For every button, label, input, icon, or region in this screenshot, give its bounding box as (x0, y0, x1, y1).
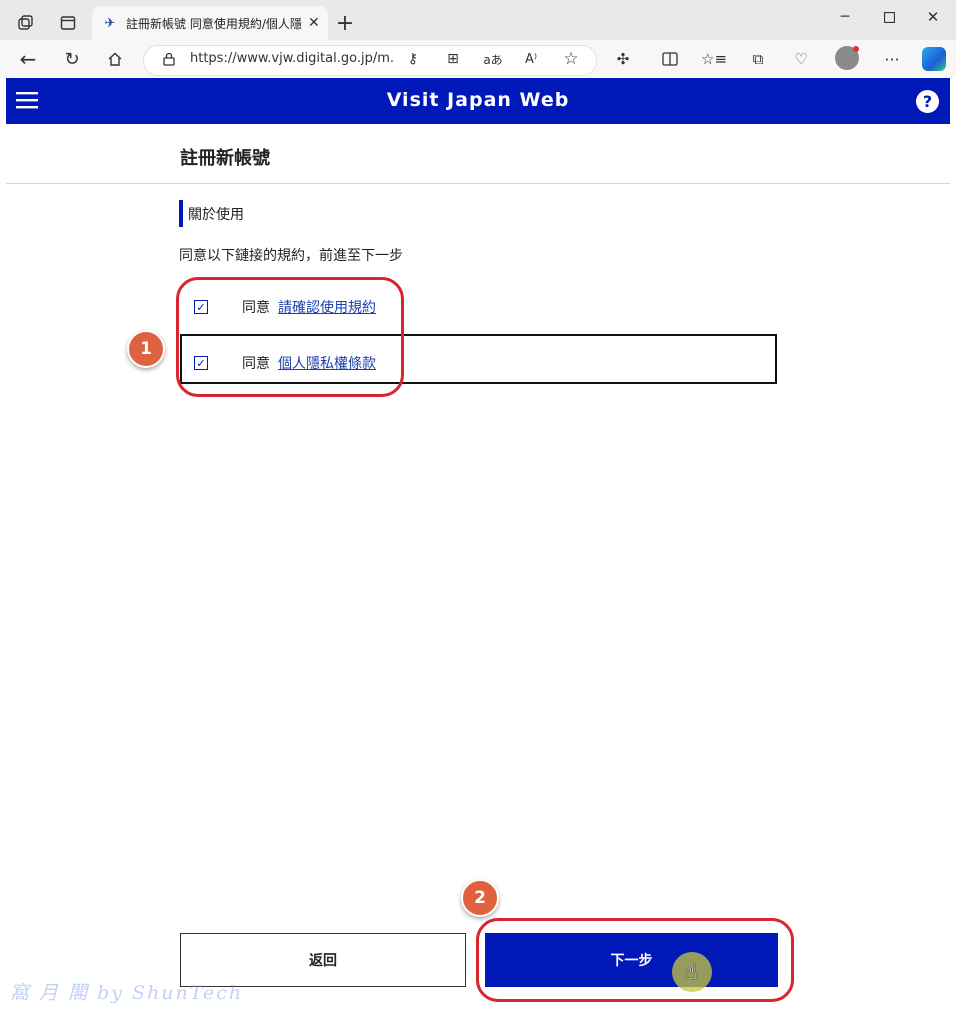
workspaces-icon[interactable] (14, 12, 38, 34)
section-accent-bar (179, 200, 183, 227)
watermark-text: 窩 月 閣 by ShunTech (10, 982, 244, 1004)
browser-essentials-icon[interactable]: ♡ (790, 49, 812, 69)
extensions-icon[interactable]: ✣ (613, 49, 633, 69)
site-favicon-icon: ✈ (104, 15, 116, 31)
collections-icon[interactable]: ⧉ (748, 49, 768, 69)
maximize-icon[interactable] (878, 6, 900, 28)
favorite-star-icon[interactable]: ☆ (561, 49, 581, 69)
highlight-ring-checkboxes (176, 277, 404, 397)
hand-cursor-icon: ☝ (684, 960, 698, 985)
new-tab-icon[interactable]: + (334, 11, 356, 36)
highlight-ring-next (476, 918, 794, 1002)
minimize-icon[interactable]: ─ (834, 6, 856, 28)
favorites-list-icon[interactable]: ☆≡ (701, 49, 727, 69)
refresh-icon[interactable]: ↻ (60, 48, 84, 70)
url-text[interactable]: https://www.vjw.digital.go.jp/m... (190, 51, 395, 66)
close-tab-icon[interactable]: ✕ (308, 15, 320, 31)
back-arrow-icon[interactable]: ← (16, 47, 40, 71)
app-header: Visit Japan Web (6, 78, 950, 124)
copilot-icon[interactable] (922, 47, 946, 71)
tab-active[interactable]: ✈ 註冊新帳號 同意使用規約/個人隱 ✕ (92, 6, 328, 40)
window-close-icon[interactable]: ✕ (922, 6, 944, 28)
app-brand: Visit Japan Web (386, 89, 570, 111)
more-options-icon[interactable]: ··· (882, 49, 902, 69)
lock-icon[interactable] (160, 50, 178, 68)
home-icon[interactable] (103, 48, 127, 70)
key-icon[interactable]: ⚷ (404, 50, 422, 68)
notification-dot-icon (853, 46, 859, 52)
instruction-text: 同意以下鏈接的規約，前進至下一步 (179, 248, 403, 264)
tab-title: 註冊新帳號 同意使用規約/個人隱 (126, 16, 302, 31)
page-title: 註冊新帳號 (180, 148, 270, 169)
page-header (6, 125, 950, 184)
translate-icon[interactable]: aあ (483, 50, 503, 68)
section-title: 關於使用 (188, 207, 244, 223)
help-icon[interactable]: ? (916, 90, 939, 113)
step-badge-1: 1 (127, 330, 165, 368)
tab-actions-icon[interactable] (56, 12, 80, 34)
read-aloud-icon[interactable]: A⁾ (522, 50, 540, 68)
step-badge-2: 2 (461, 879, 499, 917)
split-screen-icon[interactable] (660, 49, 680, 69)
hamburger-menu-icon[interactable] (16, 90, 40, 112)
app-available-icon[interactable]: ⊞ (444, 50, 462, 68)
